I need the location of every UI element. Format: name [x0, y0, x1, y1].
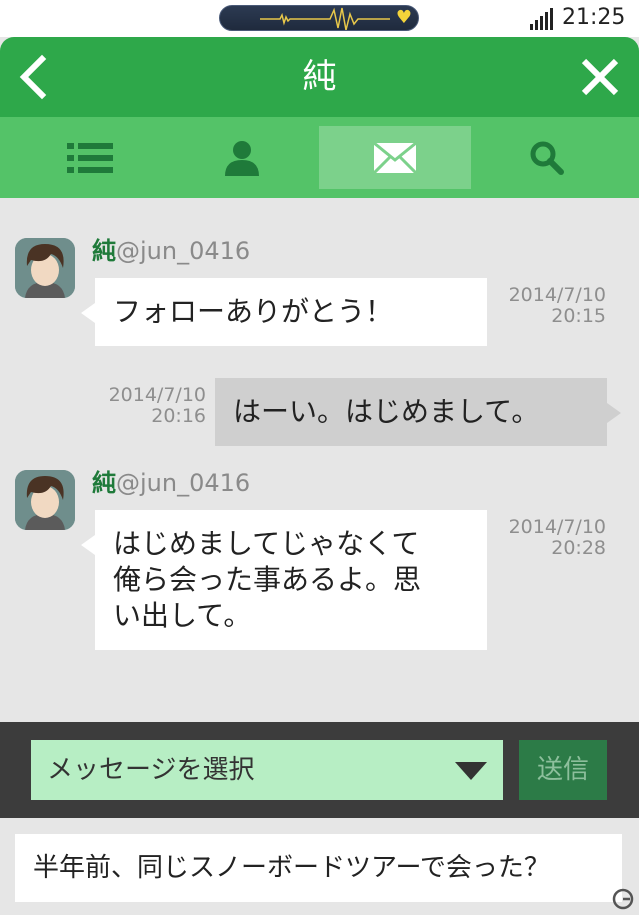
message-select-dropdown[interactable]: メッセージを選択: [31, 740, 503, 800]
sender-name: 純: [92, 469, 116, 497]
reply-option[interactable]: 半年前、同じスノーボードツアーで会った？: [15, 834, 622, 902]
tab-search[interactable]: [471, 126, 623, 189]
avatar[interactable]: [15, 470, 75, 530]
message-sender: 純@jun_0416: [92, 237, 250, 265]
message-text: はーい。はじめまして。: [233, 395, 540, 428]
message-timestamp: 2014/7/10 20:15: [486, 285, 606, 327]
app-header: 純: [0, 37, 639, 117]
sender-handle: @jun_0416: [116, 237, 251, 265]
message-timestamp: 2014/7/10 20:16: [86, 385, 206, 427]
timestamp-date: 2014/7/10: [508, 284, 606, 306]
tab-messages[interactable]: [319, 126, 471, 189]
avatar[interactable]: [15, 238, 75, 298]
message-bubble: フォローありがとう！: [95, 278, 487, 346]
tab-profile[interactable]: [166, 126, 318, 189]
dropdown-triangle-icon: [455, 762, 487, 780]
message-text-line: 俺ら会った事あるよ。思: [113, 563, 422, 596]
send-button[interactable]: 送信: [519, 740, 607, 800]
mail-icon: [373, 141, 417, 174]
message-composer: メッセージを選択 送信: [0, 722, 639, 818]
timestamp-time: 20:28: [551, 537, 606, 559]
sender-handle: @jun_0416: [116, 469, 251, 497]
list-icon: [67, 142, 113, 173]
tab-bar: [0, 117, 639, 198]
timestamp-date: 2014/7/10: [108, 384, 206, 406]
avatar-portrait: [15, 238, 75, 298]
message-text: フォローありがとう！: [113, 295, 394, 328]
message-bubble: はじめましてじゃなくて 俺ら会った事あるよ。思 い出して。: [95, 510, 487, 650]
message-sender: 純@jun_0416: [92, 469, 250, 497]
select-label: メッセージを選択: [47, 755, 255, 785]
avatar-portrait: [15, 470, 75, 530]
heart-icon: ♥: [395, 7, 412, 28]
person-icon: [225, 140, 259, 176]
message-text-line: い出して。: [113, 599, 252, 632]
sender-name: 純: [92, 237, 116, 265]
bubble-tail: [81, 535, 95, 555]
page-title: 純: [302, 57, 337, 97]
timestamp-date: 2014/7/10: [508, 516, 606, 538]
bubble-tail: [607, 403, 621, 423]
message-text-line: はじめましてじゃなくて: [113, 527, 420, 560]
message-timestamp: 2014/7/10 20:28: [486, 517, 606, 559]
waveform-icon: [260, 7, 390, 30]
audio-wave-indicator: ♥: [219, 5, 419, 31]
timestamp-time: 20:16: [151, 405, 206, 427]
status-time: 21:25: [562, 5, 626, 30]
status-bar: ♥ 21:25: [0, 0, 639, 37]
reply-options-area: 半年前、同じスノーボードツアーで会った？: [0, 818, 639, 915]
signal-strength-icon: [530, 8, 554, 30]
close-icon[interactable]: [578, 55, 622, 99]
search-icon: [530, 141, 564, 175]
bubble-tail: [81, 303, 95, 323]
tab-list[interactable]: [14, 126, 166, 189]
message-bubble-sent: はーい。はじめまして。: [215, 378, 607, 446]
watermark-logo-icon: [612, 888, 634, 910]
timestamp-time: 20:15: [551, 305, 606, 327]
